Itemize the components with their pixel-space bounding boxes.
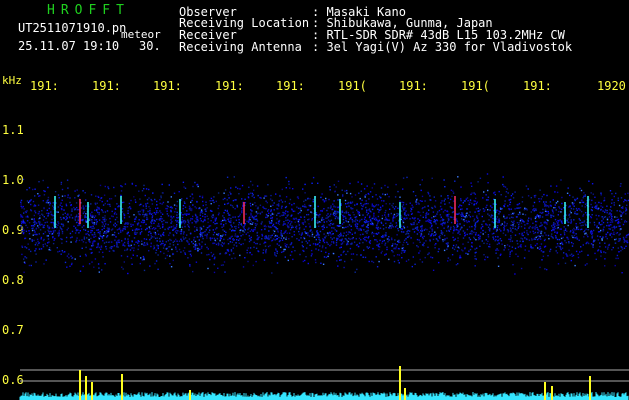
datetime: 25.11.07 19:10 — [18, 39, 120, 53]
x-tick-label: 191: — [153, 79, 182, 93]
x-tick-label: 191: — [399, 79, 428, 93]
x-tick-label: 191( — [338, 79, 367, 93]
y-tick-label: 1.1 — [2, 123, 24, 137]
y-tick-label: 0.7 — [2, 323, 24, 337]
y-tick-label: 0.8 — [2, 273, 24, 287]
filename: UT2511071910.pn — [18, 21, 127, 35]
field-label-antenna: Receiving Antenna — [179, 40, 302, 54]
x-tick-label: 191: — [92, 79, 121, 93]
y-tick-label: 0.9 — [2, 223, 24, 237]
header: HROFFT UT2511071910.pn meteor 25.11.07 1… — [0, 0, 629, 72]
x-tick-label: 191: — [523, 79, 552, 93]
x-tick-label: 191: — [30, 79, 59, 93]
x-tick-label: 1920 — [597, 79, 626, 93]
x-tick-label: 191( — [461, 79, 490, 93]
x-tick-label: 191: — [215, 79, 244, 93]
y-tick-label: 1.0 — [2, 173, 24, 187]
y-tick-label: 0.6 — [2, 373, 24, 387]
field-value-antenna: : 3el Yagi(V) Az 330 for Vladivostok — [312, 40, 573, 54]
duration: 30. — [139, 39, 161, 53]
y-unit-label: kHz — [2, 74, 22, 87]
app-title: HROFFT — [47, 3, 130, 18]
x-tick-label: 191: — [276, 79, 305, 93]
